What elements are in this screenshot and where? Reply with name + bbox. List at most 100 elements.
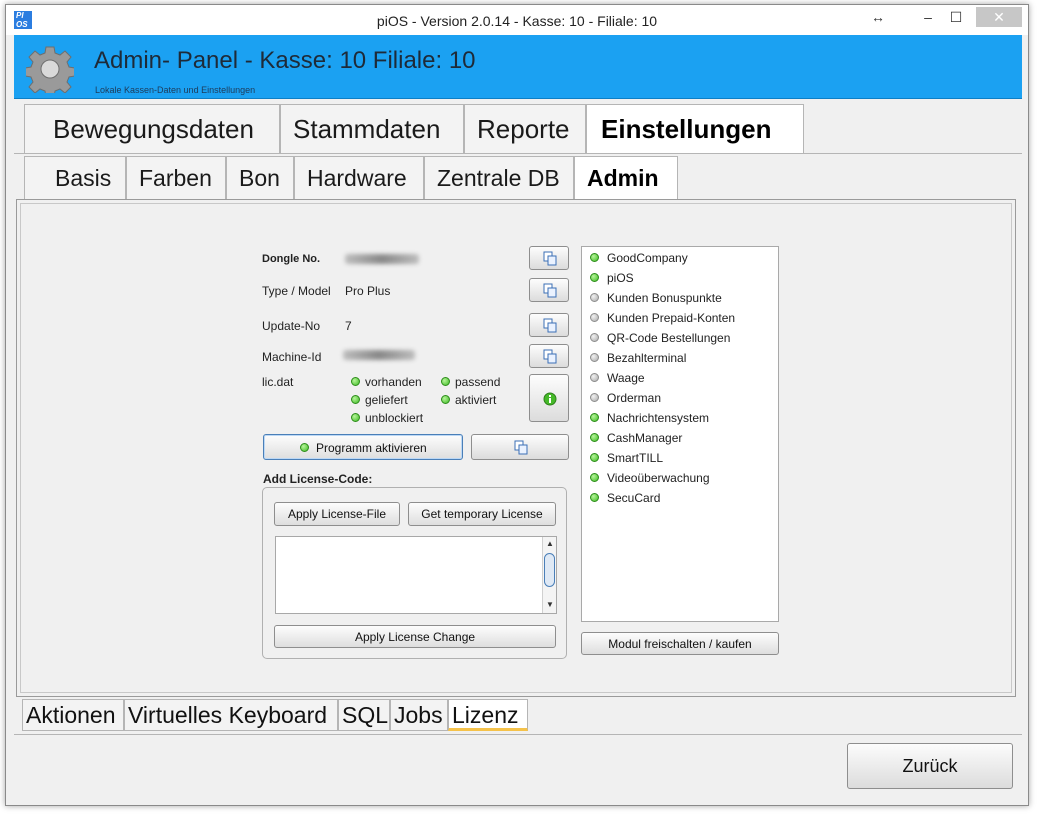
apply-license-file-button[interactable]: Apply License-File xyxy=(274,502,400,526)
tab-basis[interactable]: Basis xyxy=(24,156,126,200)
status-unblockiert: unblockiert xyxy=(365,411,424,425)
copy-icon xyxy=(543,318,557,333)
machine-label: Machine-Id xyxy=(262,350,322,364)
module-label: Waage xyxy=(607,371,645,385)
module-status-indicator xyxy=(590,353,599,362)
apply-license-change-button[interactable]: Apply License Change xyxy=(274,625,556,648)
activate-status-indicator xyxy=(300,443,309,452)
tab-divider xyxy=(14,153,1022,154)
get-temporary-license-button[interactable]: Get temporary License xyxy=(408,502,556,526)
tab-reporte[interactable]: Reporte xyxy=(464,104,586,154)
copy-machine-button[interactable] xyxy=(529,344,569,368)
module-label: Videoüberwachung xyxy=(607,471,710,485)
module-label: Kunden Bonuspunkte xyxy=(607,291,722,305)
gear-icon xyxy=(26,46,74,93)
type-label: Type / Model xyxy=(262,284,331,298)
tab-bewegungsdaten[interactable]: Bewegungsdaten xyxy=(24,104,280,154)
scroll-down-icon[interactable]: ▼ xyxy=(546,600,554,609)
tab-stammdaten[interactable]: Stammdaten xyxy=(280,104,464,154)
copy-icon xyxy=(514,440,528,455)
tab-admin[interactable]: Admin xyxy=(574,156,678,200)
scroll-up-icon[interactable]: ▲ xyxy=(546,539,554,548)
module-status-indicator xyxy=(590,453,599,462)
dongle-value-redacted xyxy=(345,254,419,264)
module-status-indicator xyxy=(590,313,599,322)
update-value: 7 xyxy=(345,319,352,333)
machine-value-redacted xyxy=(343,350,415,360)
module-label: piOS xyxy=(607,271,634,285)
module-label: CashManager xyxy=(607,431,683,445)
modul-freischalten-button[interactable]: Modul freischalten / kaufen xyxy=(581,632,779,655)
app-window: PI OS piOS - Version 2.0.14 - Kasse: 10 … xyxy=(5,4,1029,806)
maximize-button[interactable]: ☐ xyxy=(946,7,966,29)
copy-icon xyxy=(543,283,557,298)
bottom-tab-bar: Aktionen Virtuelles Keyboard SQL Jobs Li… xyxy=(16,699,1016,733)
tab-jobs[interactable]: Jobs xyxy=(390,699,448,731)
main-tab-bar: Bewegungsdaten Stammdaten Reporte Einste… xyxy=(14,104,1022,154)
tab-lizenz[interactable]: Lizenz xyxy=(448,699,528,731)
copy-icon xyxy=(543,349,557,364)
resize-icon[interactable]: ↔ xyxy=(868,7,888,29)
status-geliefert-indicator xyxy=(351,395,360,404)
module-status-indicator xyxy=(590,433,599,442)
status-vorhanden-indicator xyxy=(351,377,360,386)
status-vorhanden: vorhanden xyxy=(365,375,422,389)
type-value: Pro Plus xyxy=(345,284,391,298)
module-label: Orderman xyxy=(607,391,662,405)
tab-zentrale-db[interactable]: Zentrale DB xyxy=(424,156,574,200)
copy-icon xyxy=(543,251,557,266)
info-button[interactable] xyxy=(529,374,569,422)
dongle-label: Dongle No. xyxy=(262,253,321,265)
tab-hardware[interactable]: Hardware xyxy=(294,156,424,200)
page-subtitle: Lokale Kassen-Daten und Einstellungen xyxy=(95,85,256,95)
module-status-indicator xyxy=(590,273,599,282)
status-passend: passend xyxy=(455,375,501,389)
footer-divider xyxy=(14,734,1022,735)
license-panel: Dongle No. Type / Model Pro Plus Update-… xyxy=(16,199,1016,697)
module-label: Kunden Prepaid-Konten xyxy=(607,311,736,325)
module-status-indicator xyxy=(590,253,599,262)
tab-virtuelles-keyboard[interactable]: Virtuelles Keyboard xyxy=(124,699,338,731)
module-status-indicator xyxy=(590,393,599,402)
update-label: Update-No xyxy=(262,319,321,333)
tab-farben[interactable]: Farben xyxy=(126,156,226,200)
module-label: Bezahlterminal xyxy=(607,351,687,365)
module-status-indicator xyxy=(590,373,599,382)
module-label: SecuCard xyxy=(607,491,661,505)
license-code-textarea[interactable]: ▲ ▼ xyxy=(275,536,557,614)
scroll-thumb[interactable] xyxy=(544,553,555,587)
tab-aktionen[interactable]: Aktionen xyxy=(22,699,124,731)
title-bar: PI OS piOS - Version 2.0.14 - Kasse: 10 … xyxy=(6,5,1028,35)
module-label: QR-Code Bestellungen xyxy=(607,331,731,345)
module-label: Nachrichtensystem xyxy=(607,411,710,425)
module-status-indicator xyxy=(590,333,599,342)
status-aktiviert: aktiviert xyxy=(455,393,497,407)
module-status-indicator xyxy=(590,413,599,422)
sub-tab-bar: Basis Farben Bon Hardware Zentrale DB Ad… xyxy=(16,156,1018,200)
copy-dongle-button[interactable] xyxy=(529,246,569,270)
copy-activation-button[interactable] xyxy=(471,434,569,460)
tab-einstellungen[interactable]: Einstellungen xyxy=(586,104,804,154)
close-button[interactable]: ✕ xyxy=(976,7,1022,27)
back-button[interactable]: Zurück xyxy=(847,743,1013,789)
page-title: Admin- Panel - Kasse: 10 Filiale: 10 xyxy=(94,47,476,74)
status-passend-indicator xyxy=(441,377,450,386)
module-status-indicator xyxy=(590,293,599,302)
module-status-indicator xyxy=(590,493,599,502)
minimize-button[interactable]: – xyxy=(918,7,938,29)
textarea-scrollbar[interactable]: ▲ ▼ xyxy=(542,537,556,613)
activate-button-label: Programm aktivieren xyxy=(316,441,427,455)
status-geliefert: geliefert xyxy=(365,393,408,407)
status-unblockiert-indicator xyxy=(351,413,360,422)
licdat-label: lic.dat xyxy=(262,375,294,389)
module-label: GoodCompany xyxy=(607,251,688,265)
add-license-code-label: Add License-Code: xyxy=(263,472,373,486)
info-icon xyxy=(543,392,557,406)
copy-update-button[interactable] xyxy=(529,313,569,337)
module-list[interactable]: GoodCompany piOS Kunden Bonuspunkte Kund… xyxy=(581,246,779,622)
status-aktiviert-indicator xyxy=(441,395,450,404)
tab-bon[interactable]: Bon xyxy=(226,156,294,200)
tab-sql[interactable]: SQL xyxy=(338,699,390,731)
programm-aktivieren-button[interactable]: Programm aktivieren xyxy=(263,434,463,460)
copy-type-button[interactable] xyxy=(529,278,569,302)
